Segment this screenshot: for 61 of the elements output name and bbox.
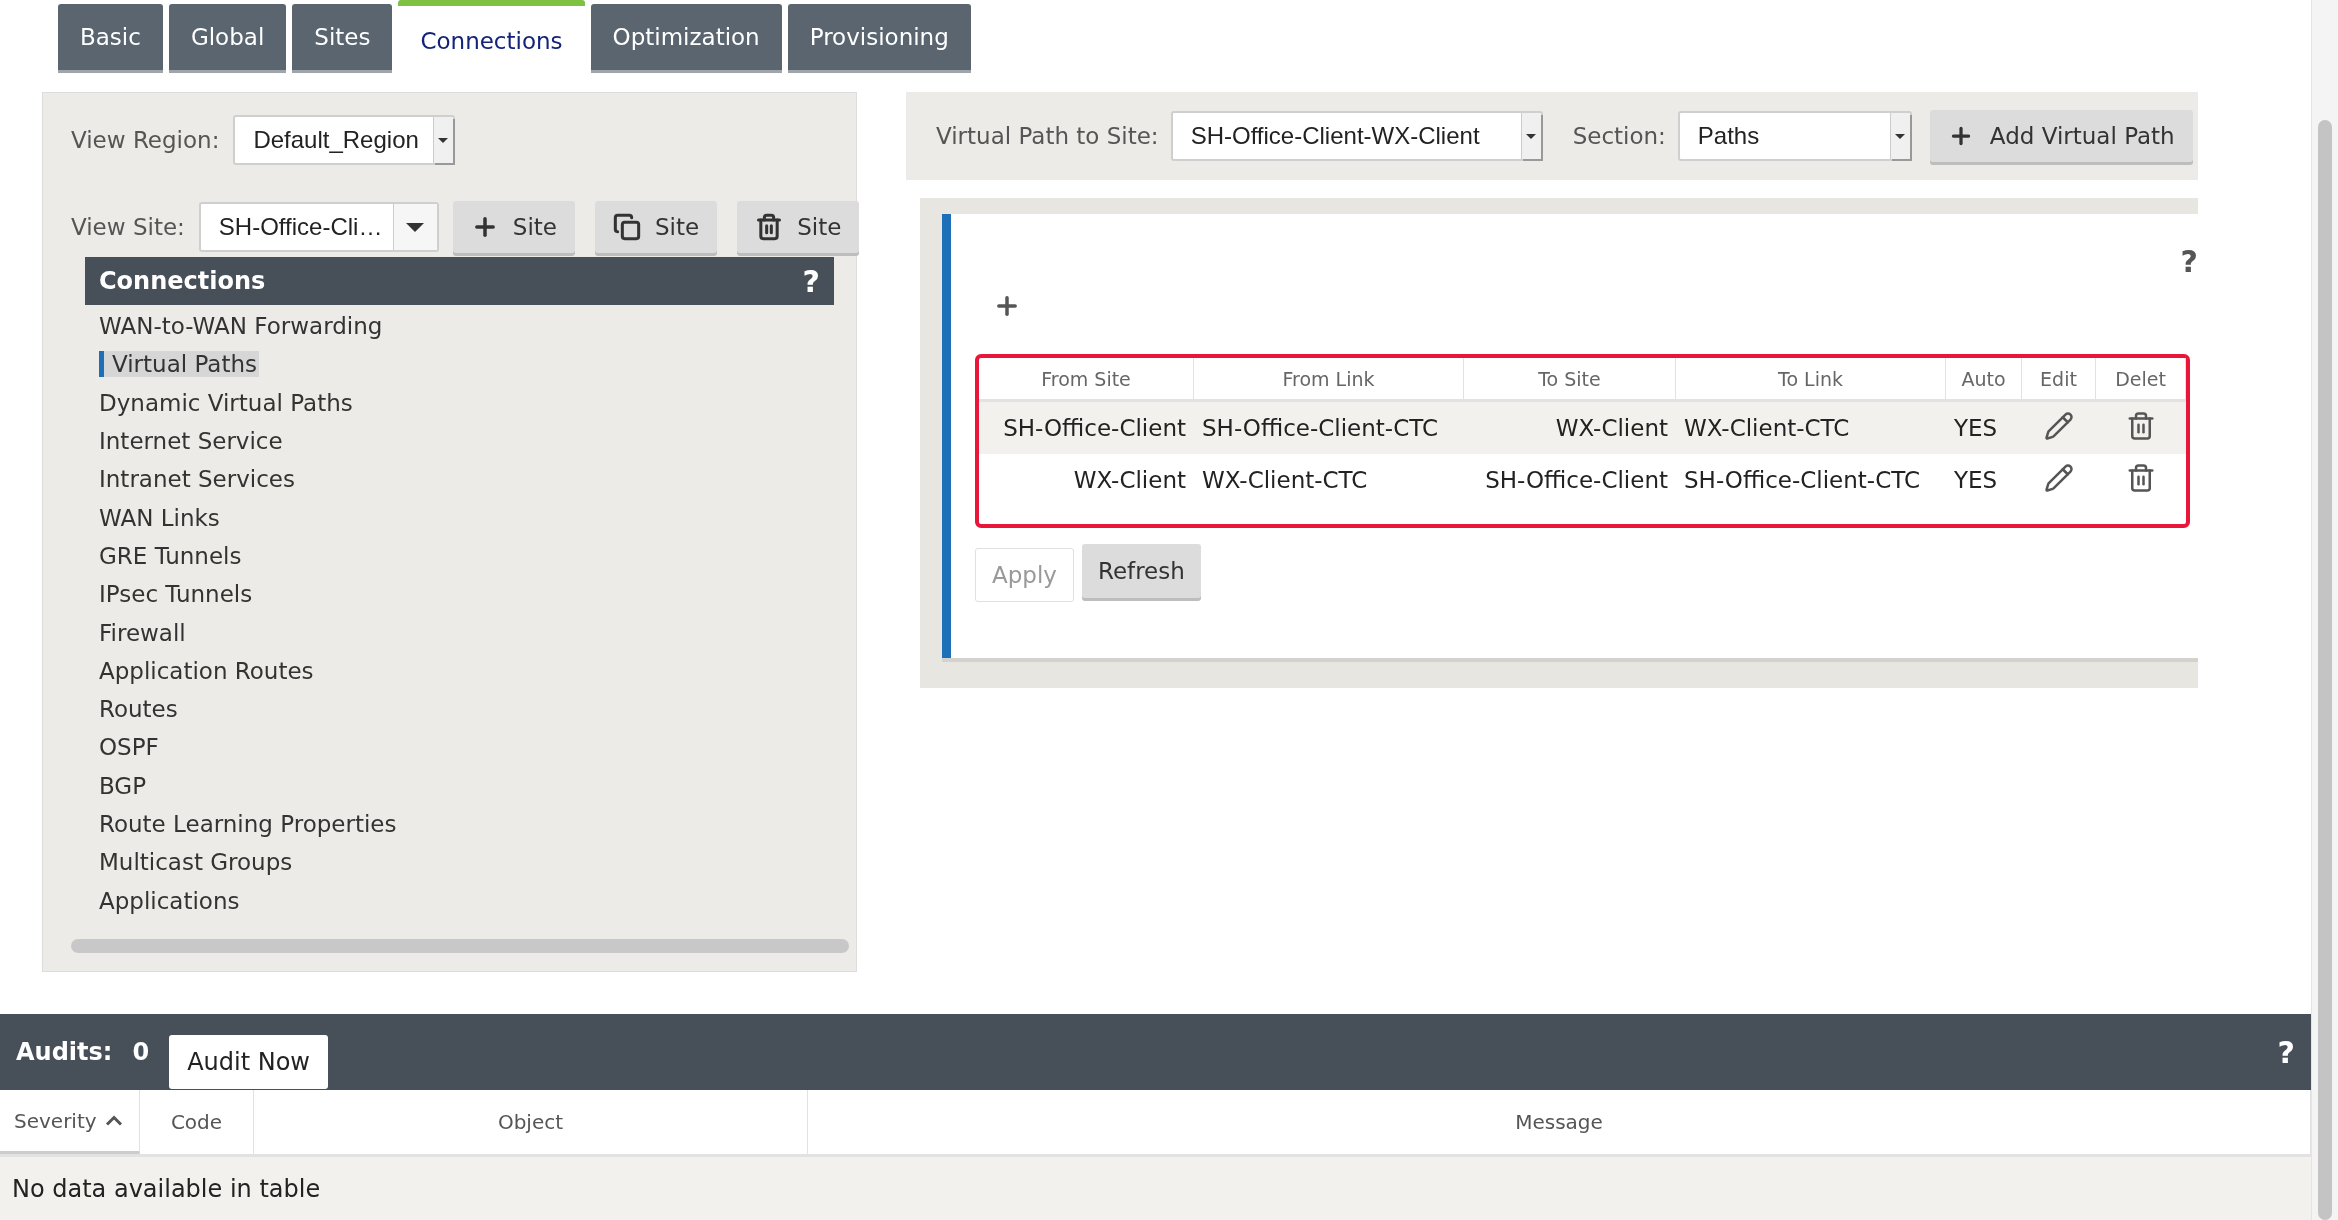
nav-link[interactable]: OSPF [99, 728, 846, 767]
section-title: Connections [99, 267, 266, 295]
add-site-button[interactable]: Site [452, 201, 575, 253]
audits-label: Audits: [16, 1038, 113, 1066]
audit-now-button[interactable]: Audit Now [169, 1035, 328, 1089]
region-select[interactable]: Default_Region [233, 115, 455, 165]
nav-link[interactable]: Intranet Services [99, 460, 846, 499]
action-button[interactable]: Refresh [1081, 544, 1201, 598]
caret-icon [438, 137, 449, 143]
scrollbar[interactable] [2311, 0, 2338, 1220]
table-cell: SH-Office-Client-CTC [1194, 402, 1464, 454]
table-cell: WX-Client-CTC [1676, 402, 1946, 454]
caret-icon [1526, 133, 1537, 139]
nav-link[interactable]: IPsec Tunnels [99, 575, 846, 614]
nav-link[interactable]: WAN Links [99, 498, 846, 537]
audit-count: 0 [132, 1038, 150, 1066]
pencil-icon[interactable] [2044, 462, 2074, 493]
field-label: View Site: [71, 214, 185, 240]
pencil-icon[interactable] [2044, 410, 2074, 441]
column-header[interactable]: Severity [0, 1090, 140, 1154]
tab[interactable]: Optimization [590, 4, 782, 70]
empty-message: No data available in table [12, 1174, 321, 1203]
nav-link[interactable]: Firewall [99, 613, 846, 652]
nav-link[interactable]: Route Learning Properties [99, 804, 846, 844]
table-cell: YES [1946, 402, 2022, 454]
sort-icon [104, 1115, 123, 1126]
copy-site-button[interactable]: Site [595, 201, 718, 253]
trash-icon [755, 213, 784, 241]
help-icon[interactable]: ? [802, 263, 820, 299]
nav-link[interactable]: Virtual Paths [99, 345, 846, 384]
nav-link[interactable]: BGP [99, 766, 846, 805]
add-virtual-path-button[interactable]: Add Virtual Path [1929, 110, 2193, 162]
tab[interactable]: Global [168, 4, 287, 70]
section-select[interactable]: Paths [1677, 111, 1912, 161]
table-cell: SH-Office-Client [979, 402, 1194, 454]
caret-icon [406, 222, 425, 232]
nav-link[interactable]: Dynamic Virtual Paths [99, 383, 846, 422]
tab[interactable]: Provisioning [787, 4, 971, 70]
nav-link[interactable]: GRE Tunnels [99, 536, 846, 576]
tab[interactable]: Sites [292, 4, 393, 70]
tab[interactable]: Basic [58, 4, 163, 70]
virtual-path-select[interactable]: SH-Office-Client-WX-Client [1170, 111, 1543, 161]
scrollbar[interactable] [71, 939, 849, 953]
field-label: Section: [1572, 123, 1666, 149]
nav-link[interactable]: Applications [99, 881, 846, 920]
caret-icon [1895, 133, 1906, 139]
nav-link[interactable]: Internet Service [99, 421, 846, 461]
help-icon[interactable]: ? [2180, 244, 2198, 279]
nav-link[interactable]: WAN-to-WAN Forwarding [99, 307, 846, 346]
nav-link[interactable]: Multicast Groups [99, 843, 846, 882]
site-select[interactable]: SH-Office-Cli… [198, 202, 439, 252]
help-icon[interactable]: ? [2277, 1034, 2295, 1070]
field-label: Virtual Path to Site: [936, 123, 1159, 149]
table-cell: WX-Client [1464, 402, 1676, 454]
copy-icon [613, 213, 641, 241]
nav-link[interactable]: Application Routes [99, 651, 846, 690]
trash-icon[interactable] [2126, 410, 2156, 441]
trash-icon[interactable] [2126, 462, 2156, 493]
delete-site-button[interactable]: Site [737, 201, 860, 253]
field-label: View Region: [71, 127, 220, 153]
nav-link[interactable]: Routes [99, 689, 846, 729]
